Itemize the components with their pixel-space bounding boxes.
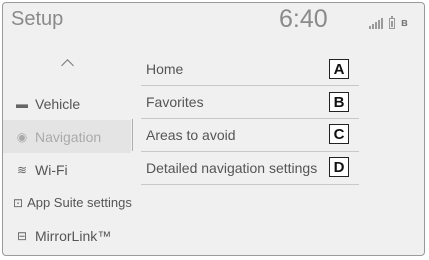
callout-c: C bbox=[329, 124, 349, 144]
menu-item-favorites[interactable]: Favorites bbox=[141, 86, 359, 119]
wifi-icon: ≋ bbox=[16, 162, 28, 177]
sidebar-item-label: Wi-Fi bbox=[35, 161, 68, 178]
signal-icon bbox=[369, 17, 383, 29]
navigation-icon: ◉ bbox=[16, 129, 28, 144]
menu-item-home[interactable]: Home bbox=[141, 53, 359, 86]
screen-title: Setup bbox=[11, 8, 64, 30]
sidebar-item-app-suite[interactable]: ⊡ App Suite settings bbox=[3, 186, 132, 219]
sidebar-active-divider bbox=[132, 119, 133, 151]
callout-a: A bbox=[329, 59, 349, 79]
sidebar-item-label: MirrorLink™ bbox=[35, 227, 112, 244]
menu-item-areas-to-avoid[interactable]: Areas to avoid bbox=[141, 119, 359, 152]
status-bar: Setup 6:40 ʙ bbox=[3, 3, 424, 43]
car-icon: ▬ bbox=[16, 96, 28, 111]
sidebar-item-navigation[interactable]: ◉ Navigation bbox=[3, 120, 131, 153]
sidebar-item-label: App Suite settings bbox=[27, 195, 132, 210]
callout-d: D bbox=[329, 157, 349, 177]
sidebar-item-label: Vehicle bbox=[35, 95, 81, 112]
status-icons: ʙ bbox=[369, 15, 408, 29]
bluetooth-icon: ʙ bbox=[401, 17, 408, 29]
sidebar-item-wifi[interactable]: ≋ Wi-Fi bbox=[3, 153, 131, 186]
sidebar-item-label: Navigation bbox=[35, 128, 102, 145]
menu-item-label: Detailed navigation settings bbox=[146, 160, 318, 176]
battery-icon bbox=[389, 16, 395, 29]
mirrorlink-icon: ⊟ bbox=[16, 228, 28, 243]
sidebar-item-vehicle[interactable]: ▬ Vehicle bbox=[3, 87, 131, 120]
callout-b: B bbox=[329, 92, 349, 112]
setup-screen: Setup 6:40 ʙ ▬ Vehicle ◉ Navigation ≋ Wi… bbox=[2, 2, 425, 256]
scroll-up-icon[interactable] bbox=[61, 59, 74, 72]
sidebar-item-mirrorlink[interactable]: ⊟ MirrorLink™ bbox=[3, 219, 131, 252]
menu-item-label: Favorites bbox=[146, 94, 204, 110]
sidebar: ▬ Vehicle ◉ Navigation ≋ Wi-Fi ⊡ App Sui… bbox=[3, 43, 132, 255]
clock: 6:40 bbox=[279, 5, 328, 33]
menu-item-label: Home bbox=[146, 61, 184, 77]
app-suite-icon: ⊡ bbox=[13, 195, 24, 210]
menu-item-detailed-navigation-settings[interactable]: Detailed navigation settings bbox=[141, 152, 359, 185]
menu-item-label: Areas to avoid bbox=[146, 127, 236, 143]
